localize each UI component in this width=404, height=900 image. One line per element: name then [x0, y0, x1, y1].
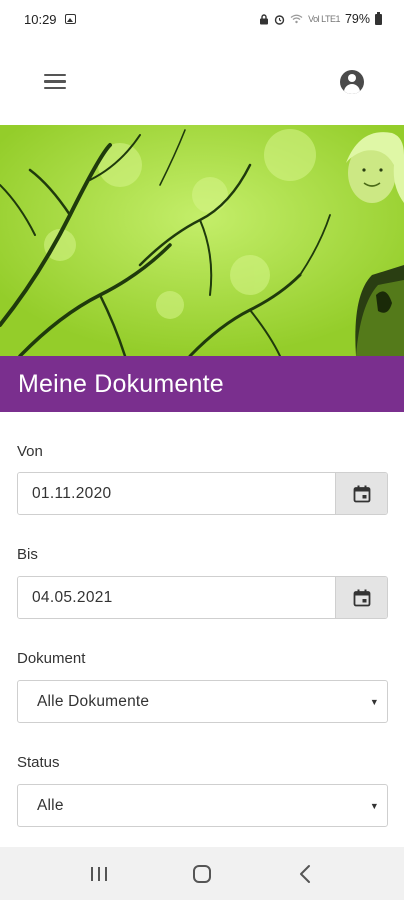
gallery-icon	[64, 14, 76, 24]
bis-calendar-button[interactable]	[335, 577, 387, 618]
status-select[interactable]: Alle ▼	[17, 784, 388, 827]
signal-text: Vol LTE1	[308, 14, 340, 24]
status-selected-value: Alle	[37, 796, 64, 814]
von-calendar-button[interactable]	[335, 473, 387, 514]
hamburger-menu-icon[interactable]	[44, 73, 66, 90]
von-label: Von	[17, 443, 43, 460]
page-title: Meine Dokumente	[18, 369, 224, 398]
status-label: Status	[17, 754, 60, 771]
dokument-label: Dokument	[17, 650, 86, 667]
dokument-selected-value: Alle Dokumente	[37, 692, 150, 710]
battery-icon	[375, 11, 382, 25]
status-left: 10:29	[24, 12, 76, 27]
bis-label: Bis	[17, 546, 38, 563]
dokument-select[interactable]: Alle Dokumente ▼	[17, 680, 388, 723]
wifi-icon	[290, 14, 303, 24]
dropdown-caret-icon: ▼	[369, 696, 379, 707]
bis-date-input[interactable]	[18, 577, 335, 618]
alarm-icon	[274, 14, 285, 25]
status-bar: 10:29 Vol LTE1 79%	[0, 0, 404, 38]
home-icon[interactable]	[180, 854, 224, 894]
document-filter-form: Von Bis Dokument Alle Dokum	[17, 412, 388, 827]
bis-date-row	[17, 576, 388, 619]
app-bar	[0, 38, 404, 125]
account-circle-icon[interactable]	[340, 69, 364, 94]
calendar-icon	[353, 589, 370, 606]
battery-percent: 79%	[344, 12, 370, 26]
title-band: Meine Dokumente	[0, 356, 404, 412]
status-right: Vol LTE1 79%	[259, 11, 382, 26]
dropdown-caret-icon: ▼	[369, 800, 379, 811]
hero-photo	[0, 125, 404, 356]
calendar-icon	[353, 485, 370, 502]
system-nav-bar	[0, 847, 404, 900]
back-icon[interactable]	[283, 854, 327, 894]
hero-illustration	[0, 125, 404, 356]
lock-icon	[260, 13, 269, 24]
von-date-input[interactable]	[18, 473, 335, 514]
recents-icon[interactable]	[77, 854, 121, 894]
von-date-row	[17, 472, 388, 515]
status-time: 10:29	[24, 11, 57, 27]
